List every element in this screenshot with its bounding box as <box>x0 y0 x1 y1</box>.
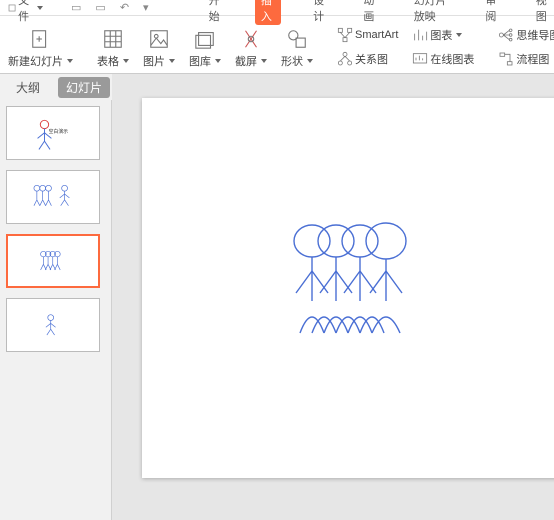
ribbon-toolbar: 新建幻灯片 表格 图片 图库 截屏 形状 SmartArt 关系图 图表 <box>0 16 554 74</box>
picture-icon <box>147 27 171 51</box>
relation-icon <box>337 51 353 67</box>
gallery-icon <box>193 27 217 51</box>
qa-icon-2[interactable]: ▭ <box>95 1 105 14</box>
screenshot-icon <box>239 27 263 51</box>
slide-thumb-2[interactable] <box>6 170 100 224</box>
picture-button[interactable]: 图片 <box>139 25 179 71</box>
online-chart-button[interactable]: 在线图表 <box>408 49 478 69</box>
tab-design[interactable]: 设计 <box>309 0 331 24</box>
menu-bar: 文件 ▭ ▭ ↶ ▾ 开始 插入 设计 动画 幻灯片放映 审阅 视图 <box>0 0 554 16</box>
quick-access: ▭ ▭ ↶ ▾ <box>71 1 149 14</box>
slide-stage <box>112 74 554 520</box>
smartart-button[interactable]: SmartArt <box>333 25 402 45</box>
current-slide[interactable] <box>142 98 554 478</box>
new-slide-button[interactable]: 新建幻灯片 <box>4 25 77 71</box>
chart-icon <box>412 27 428 43</box>
tab-review[interactable]: 审阅 <box>481 0 503 24</box>
new-slide-icon <box>29 27 53 51</box>
shapes-icon <box>285 27 309 51</box>
thumbnail-list: 空白演示 <box>0 100 112 520</box>
qa-icon-4[interactable]: ▾ <box>143 1 149 14</box>
qa-icon-1[interactable]: ▭ <box>71 1 81 14</box>
file-menu[interactable]: 文件 <box>8 0 43 24</box>
svg-text:空白演示: 空白演示 <box>49 128 69 135</box>
panel-tab-slides[interactable]: 幻灯片 <box>58 77 110 98</box>
tab-view[interactable]: 视图 <box>532 0 554 24</box>
mindmap-button[interactable]: 思维导图 <box>494 25 554 45</box>
screenshot-button[interactable]: 截屏 <box>231 25 271 71</box>
tab-insert[interactable]: 插入 <box>255 0 281 25</box>
slide-thumb-3[interactable] <box>6 234 100 288</box>
mindmap-icon <box>498 27 514 43</box>
gallery-button[interactable]: 图库 <box>185 25 225 71</box>
flowchart-button[interactable]: 流程图 <box>494 49 554 69</box>
relation-button[interactable]: 关系图 <box>333 49 402 69</box>
shapes-button[interactable]: 形状 <box>277 25 317 71</box>
panel-tab-outline[interactable]: 大纲 <box>16 79 40 96</box>
tab-start[interactable]: 开始 <box>205 0 227 24</box>
slide-panel: 大纲 幻灯片 空白演示 <box>0 74 112 520</box>
chart-button[interactable]: 图表 <box>408 25 478 45</box>
slide-thumb-1[interactable]: 空白演示 <box>6 106 100 160</box>
slide-thumb-4[interactable] <box>6 298 100 352</box>
tab-animation[interactable]: 动画 <box>359 0 381 24</box>
qa-icon-3[interactable]: ↶ <box>120 1 129 14</box>
flowchart-icon <box>498 51 514 67</box>
tab-slideshow[interactable]: 幻灯片放映 <box>410 0 454 24</box>
table-icon <box>101 27 125 51</box>
online-chart-icon <box>412 51 428 67</box>
table-button[interactable]: 表格 <box>93 25 133 71</box>
smartart-icon <box>337 27 353 43</box>
